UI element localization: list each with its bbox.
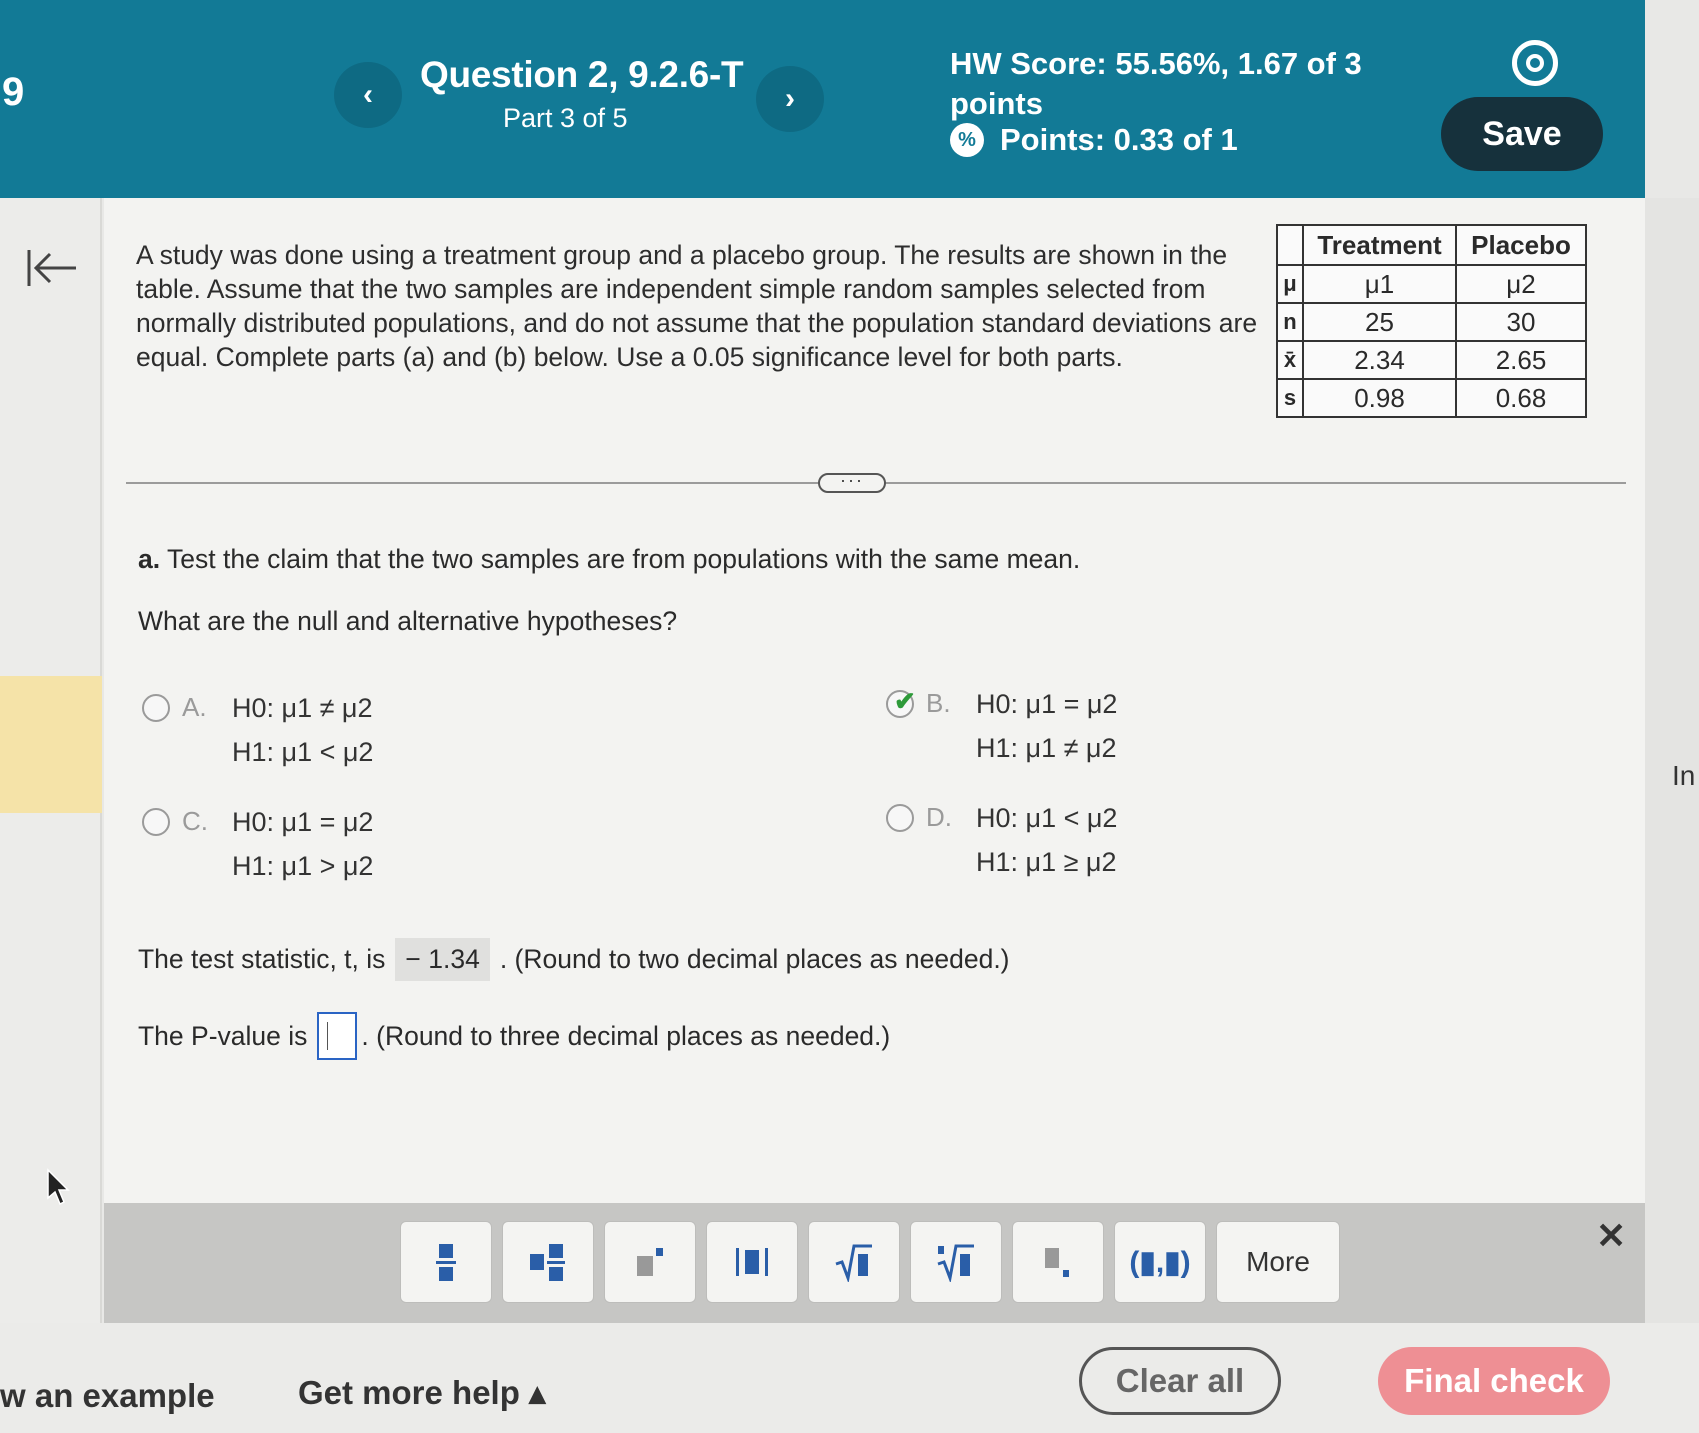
- radio-button[interactable]: [142, 808, 170, 836]
- problem-statement: A study was done using a treatment group…: [136, 240, 1258, 372]
- stat-suffix: . (Round to two decimal places as needed…: [499, 944, 1010, 974]
- row-label: x̄: [1276, 340, 1304, 380]
- data-table: Treatment Placebo μ μ1 μ2 n 25 30 x̄ 2.3…: [1276, 224, 1587, 418]
- option-letter: D.: [926, 802, 952, 832]
- table-header: Placebo: [1455, 224, 1587, 266]
- next-question-button[interactable]: ›: [756, 66, 824, 132]
- option-d[interactable]: D. H0: μ1 < μ2 H1: μ1 ≥ μ2: [886, 796, 1117, 884]
- option-c[interactable]: C. H0: μ1 = μ2 H1: μ1 > μ2: [142, 800, 373, 888]
- hw-score: HW Score: 55.56%, 1.67 of 3 points: [950, 46, 1362, 121]
- absolute-value-icon[interactable]: [706, 1221, 798, 1303]
- alt-hypothesis: H1: μ1 > μ2: [232, 851, 374, 881]
- save-button[interactable]: Save: [1441, 97, 1603, 171]
- table-cell: μ1: [1302, 264, 1457, 304]
- option-body: H0: μ1 ≠ μ2 H1: μ1 < μ2: [232, 686, 373, 774]
- left-sidebar: [0, 198, 102, 1323]
- option-letter: C.: [182, 806, 208, 836]
- square-root-icon[interactable]: [808, 1221, 900, 1303]
- table-cell: μ2: [1455, 264, 1587, 304]
- math-toolbar: (▮,▮) More ✕: [104, 1203, 1645, 1323]
- option-b[interactable]: ✔ B. H0: μ1 = μ2 H1: μ1 ≠ μ2: [886, 682, 1117, 770]
- percent-icon: %: [950, 123, 984, 157]
- exponent-icon[interactable]: [604, 1221, 696, 1303]
- table-row: x̄ 2.34 2.65: [1276, 340, 1587, 380]
- chevron-left-icon: ‹: [363, 78, 373, 111]
- radio-button-selected[interactable]: ✔: [886, 686, 916, 718]
- close-icon[interactable]: ✕: [1596, 1215, 1626, 1257]
- null-hypothesis: H0: μ1 ≠ μ2: [232, 693, 373, 723]
- part-indicator: Part 3 of 5: [503, 103, 628, 133]
- table-cell: 0.98: [1302, 378, 1457, 418]
- alt-hypothesis: H1: μ1 ≠ μ2: [976, 733, 1117, 763]
- option-a[interactable]: A. H0: μ1 ≠ μ2 H1: μ1 < μ2: [142, 686, 373, 774]
- table-header-row: Treatment Placebo: [1276, 224, 1587, 266]
- table-header: Treatment: [1302, 224, 1457, 266]
- table-cell: 2.34: [1302, 340, 1457, 380]
- footer-bar: w an example Get more help ▴ Clear all F…: [0, 1323, 1699, 1433]
- ordered-pair-icon[interactable]: (▮,▮): [1114, 1221, 1206, 1303]
- option-body: H0: μ1 = μ2 H1: μ1 ≠ μ2: [976, 682, 1117, 770]
- top-bar: 9 ‹ Question 2, 9.2.6-T Part 3 of 5 › HW…: [0, 0, 1645, 198]
- option-letter: A.: [182, 692, 207, 722]
- points-text: Points: 0.33 of 1: [1000, 122, 1238, 157]
- table-cell: 30: [1455, 302, 1587, 342]
- sidebar-highlight: [0, 676, 102, 813]
- radio-button[interactable]: [886, 804, 914, 832]
- hypotheses-question: What are the null and alternative hypoth…: [138, 606, 678, 636]
- pval-suffix: . (Round to three decimal places as need…: [361, 1020, 891, 1051]
- option-letter: B.: [926, 688, 951, 718]
- table-cell: 25: [1302, 302, 1457, 342]
- part-a-text: Test the claim that the two samples are …: [167, 544, 1081, 574]
- alt-hypothesis: H1: μ1 ≥ μ2: [976, 847, 1117, 877]
- previous-question-button[interactable]: ‹: [334, 62, 402, 128]
- row-label: μ: [1276, 264, 1304, 304]
- part-a-label: a.: [138, 544, 161, 574]
- left-number: 9: [2, 70, 25, 114]
- null-hypothesis: H0: μ1 < μ2: [976, 803, 1118, 833]
- nth-root-icon[interactable]: [910, 1221, 1002, 1303]
- get-more-help-button[interactable]: Get more help ▴: [298, 1373, 546, 1412]
- question-title: Question 2, 9.2.6-T: [420, 54, 744, 95]
- points-line: % Points: 0.33 of 1: [950, 122, 1238, 158]
- table-corner: [1276, 224, 1304, 266]
- option-body: H0: μ1 = μ2 H1: μ1 > μ2: [232, 800, 373, 888]
- null-hypothesis: H0: μ1 = μ2: [232, 807, 374, 837]
- null-hypothesis: H0: μ1 = μ2: [976, 689, 1118, 719]
- gear-icon[interactable]: [1512, 40, 1558, 86]
- subscript-icon[interactable]: [1012, 1221, 1104, 1303]
- test-statistic-line: The test statistic, t, is − 1.34 . (Roun…: [138, 938, 1010, 981]
- mouse-cursor-icon: [47, 1168, 70, 1206]
- view-example-link[interactable]: w an example: [0, 1377, 215, 1415]
- alt-hypothesis: H1: μ1 < μ2: [232, 737, 374, 767]
- p-value-input[interactable]: [317, 1012, 358, 1060]
- table-row: n 25 30: [1276, 302, 1587, 342]
- right-edge-text: In: [1672, 760, 1696, 791]
- collapse-arrow-icon[interactable]: [26, 248, 78, 288]
- clear-all-button[interactable]: Clear all: [1079, 1347, 1281, 1415]
- expand-dots-button[interactable]: ···: [818, 471, 886, 493]
- chevron-right-icon: ›: [785, 82, 795, 115]
- table-cell: 2.65: [1455, 340, 1587, 380]
- table-row: s 0.98 0.68: [1276, 378, 1587, 418]
- option-body: H0: μ1 < μ2 H1: μ1 ≥ μ2: [976, 796, 1117, 884]
- pval-prefix: The P-value is: [138, 1020, 308, 1051]
- question-panel: A study was done using a treatment group…: [104, 198, 1645, 1203]
- checkmark-icon: ✔: [894, 686, 916, 716]
- p-value-line: The P-value is . (Round to three decimal…: [138, 1012, 890, 1060]
- final-check-button[interactable]: Final check: [1378, 1347, 1610, 1415]
- table-cell: 0.68: [1455, 378, 1587, 418]
- radio-button[interactable]: [142, 694, 170, 722]
- fraction-icon[interactable]: [400, 1221, 492, 1303]
- mixed-number-icon[interactable]: [502, 1221, 594, 1303]
- table-row: μ μ1 μ2: [1276, 264, 1587, 304]
- more-button[interactable]: More: [1216, 1221, 1340, 1303]
- row-label: s: [1276, 378, 1304, 418]
- test-statistic-answer[interactable]: − 1.34: [395, 938, 490, 981]
- stat-prefix: The test statistic, t, is: [138, 944, 386, 974]
- part-a-prompt: a. Test the claim that the two samples a…: [138, 544, 1080, 575]
- row-label: n: [1276, 302, 1304, 342]
